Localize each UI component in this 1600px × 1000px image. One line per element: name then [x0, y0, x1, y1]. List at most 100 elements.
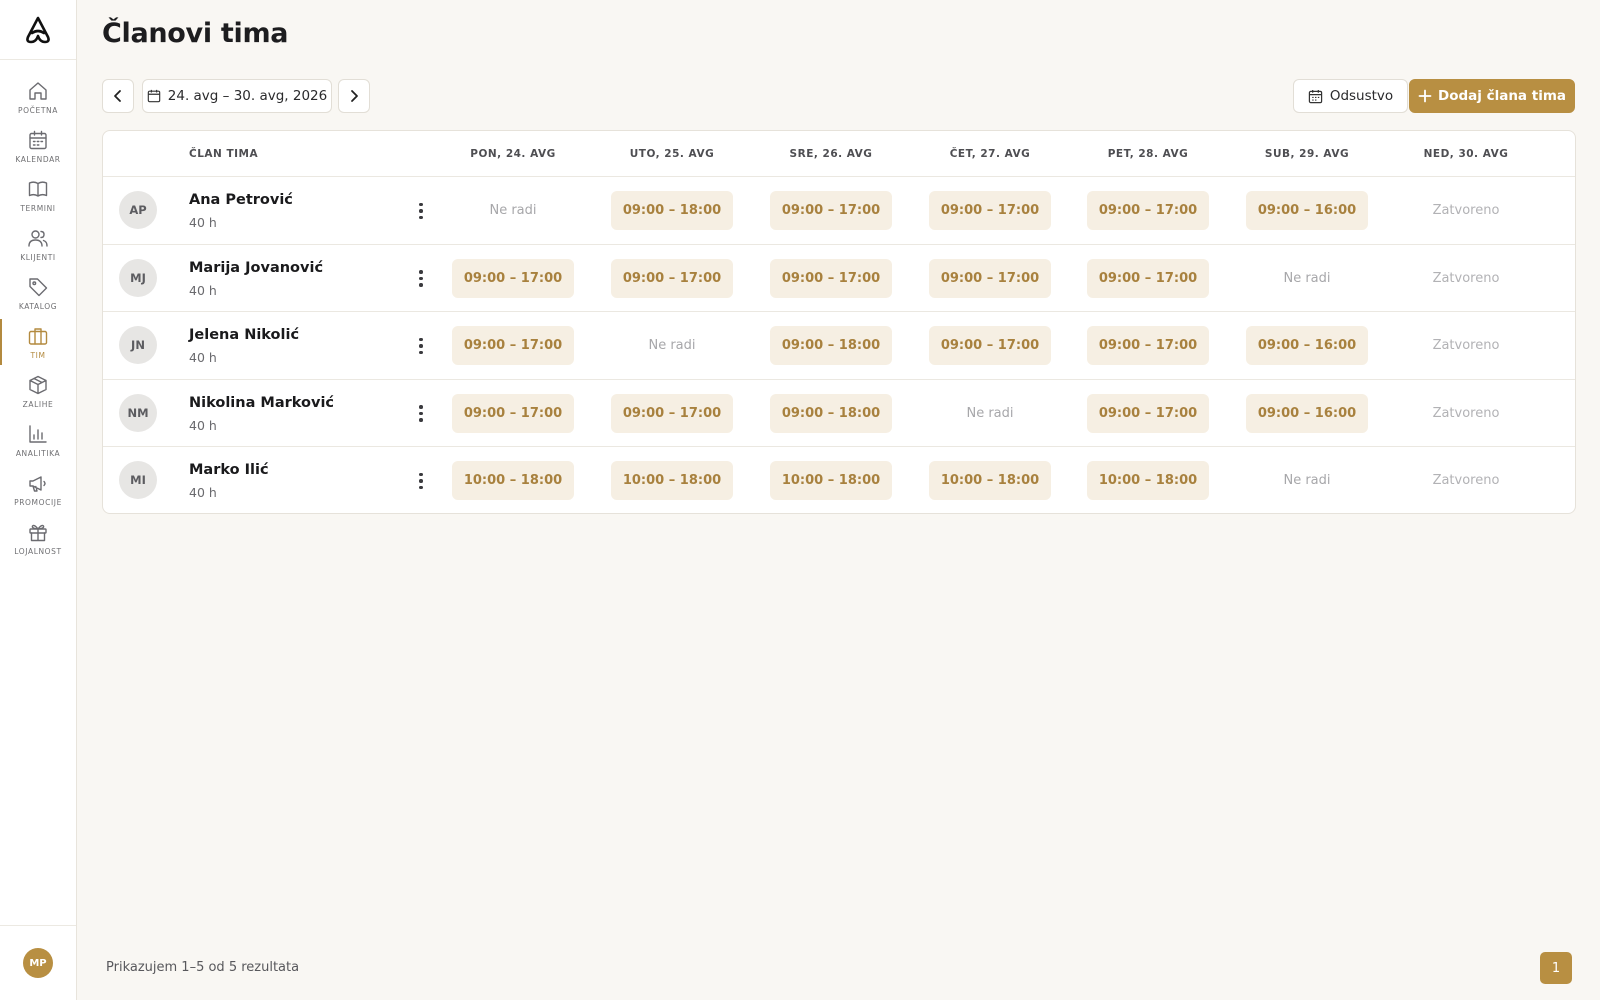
not-working-label[interactable]: Ne radi	[648, 338, 695, 353]
shift-chip[interactable]: 09:00 – 18:00	[769, 326, 893, 365]
shift-chip[interactable]: 10:00 – 18:00	[1086, 461, 1210, 500]
schedule-cell: 10:00 – 18:00	[750, 447, 912, 513]
shift-chip[interactable]: 09:00 – 17:00	[769, 191, 893, 230]
more-options-icon[interactable]	[411, 402, 431, 426]
more-options-icon[interactable]	[411, 199, 431, 223]
shift-chip[interactable]: 09:00 – 17:00	[1086, 258, 1210, 298]
member-name[interactable]: Marko Ilić	[189, 462, 269, 478]
table-header: ČLAN TIMA PON, 24. AVG UTO, 25. AVG SRE, 2…	[103, 131, 1575, 177]
schedule-cell: 09:00 – 17:00	[1067, 380, 1229, 447]
member-hours: 40 h	[189, 215, 217, 230]
schedule-cell: 10:00 – 18:00	[591, 447, 753, 513]
date-range-button[interactable]: 24. avg – 30. avg, 2026	[142, 79, 332, 113]
shift-chip[interactable]: 09:00 – 17:00	[928, 191, 1052, 230]
schedule-cell: 09:00 – 17:00	[1067, 245, 1229, 312]
absence-button[interactable]: Odsustvo	[1293, 79, 1408, 113]
member-name[interactable]: Nikolina Marković	[189, 395, 334, 411]
schedule-cell: 09:00 – 17:00	[432, 245, 594, 312]
sidebar-item-klijenti[interactable]: KLIJENTI	[0, 219, 76, 269]
closed-label: Zatvoreno	[1432, 338, 1500, 353]
schedule-cell: 09:00 – 16:00	[1226, 312, 1388, 379]
user-avatar[interactable]: MP	[23, 948, 53, 978]
shift-chip[interactable]: 10:00 – 18:00	[610, 461, 734, 500]
schedule-cell: Ne radi	[591, 312, 753, 379]
schedule-cell: 09:00 – 17:00	[1067, 312, 1229, 379]
sidebar-item-tim[interactable]: TIM	[0, 317, 76, 367]
brand-logo[interactable]	[0, 0, 76, 60]
schedule-cell: Ne radi	[432, 177, 594, 244]
member-hours: 40 h	[189, 485, 217, 500]
not-working-label[interactable]: Ne radi	[1283, 473, 1330, 488]
shift-chip[interactable]: 09:00 – 17:00	[1086, 191, 1210, 230]
calendar-icon	[147, 89, 161, 103]
shift-chip[interactable]: 10:00 – 18:00	[451, 461, 575, 500]
more-options-icon[interactable]	[411, 267, 431, 291]
sidebar-item-label: ANALITIKA	[15, 448, 61, 458]
not-working-label[interactable]: Ne radi	[489, 203, 536, 218]
shift-chip[interactable]: 09:00 – 18:00	[610, 191, 734, 230]
shift-chip[interactable]: 09:00 – 17:00	[928, 258, 1052, 298]
schedule-cell: 10:00 – 18:00	[1067, 447, 1229, 513]
schedule-cell: 09:00 – 17:00	[909, 312, 1071, 379]
shift-chip[interactable]: 09:00 – 17:00	[451, 326, 575, 365]
chevron-left-icon	[114, 90, 121, 102]
more-options-icon[interactable]	[411, 469, 431, 493]
shift-chip[interactable]: 09:00 – 17:00	[1086, 393, 1210, 433]
sidebar-item-label: KALENDAR	[15, 154, 61, 164]
shift-chip[interactable]: 10:00 – 18:00	[928, 461, 1052, 500]
shift-chip[interactable]: 09:00 – 17:00	[451, 393, 575, 433]
results-count: Prikazujem 1–5 od 5 rezultata	[106, 960, 300, 975]
date-range-label: 24. avg – 30. avg, 2026	[167, 88, 328, 104]
box-icon	[27, 374, 49, 396]
column-header-day: SRE, 26. AVG	[789, 148, 873, 160]
sidebar-item-zalihe[interactable]: ZALIHE	[0, 366, 76, 416]
not-working-label[interactable]: Ne radi	[966, 406, 1013, 421]
schedule-cell: 09:00 – 17:00	[591, 245, 753, 312]
sidebar-item-kalendar[interactable]: KALENDAR	[0, 121, 76, 171]
schedule-cell: 09:00 – 18:00	[750, 312, 912, 379]
more-options-icon[interactable]	[411, 334, 431, 358]
sidebar-item-label: PROMOCIJE	[14, 497, 62, 507]
sidebar-item-termini[interactable]: TERMINI	[0, 170, 76, 220]
shift-chip[interactable]: 09:00 – 17:00	[1086, 326, 1210, 365]
shift-chip[interactable]: 10:00 – 18:00	[769, 461, 893, 500]
pagination-page-button[interactable]: 1	[1540, 952, 1572, 984]
plus-icon	[1418, 89, 1432, 103]
member-name[interactable]: Jelena Nikolić	[189, 327, 299, 343]
previous-week-button[interactable]	[102, 79, 134, 113]
shift-chip[interactable]: 09:00 – 16:00	[1245, 393, 1369, 433]
column-header-day: PET, 28. AVG	[1107, 148, 1189, 160]
member-avatar: JN	[119, 326, 157, 364]
closed-label: Zatvoreno	[1432, 473, 1500, 488]
sidebar-item-početna[interactable]: POČETNA	[0, 72, 76, 122]
sidebar-item-lojalnost[interactable]: LOJALNOST	[0, 513, 76, 563]
sidebar-item-promocije[interactable]: PROMOCIJE	[0, 464, 76, 514]
shift-chip[interactable]: 09:00 – 16:00	[1245, 326, 1369, 365]
gift-icon	[27, 521, 49, 543]
member-name[interactable]: Marija Jovanović	[189, 260, 323, 276]
sidebar-item-label: TIM	[30, 350, 46, 360]
next-week-button[interactable]	[338, 79, 370, 113]
schedule-cell: 09:00 – 17:00	[1067, 177, 1229, 244]
shift-chip[interactable]: 09:00 – 17:00	[610, 258, 734, 298]
sidebar-item-analitika[interactable]: ANALITIKA	[0, 415, 76, 465]
sidebar-item-katalog[interactable]: KATALOG	[0, 268, 76, 318]
schedule-cell: Zatvoreno	[1385, 245, 1547, 312]
shift-chip[interactable]: 09:00 – 17:00	[928, 326, 1052, 365]
megaphone-icon	[27, 472, 49, 494]
shift-chip[interactable]: 09:00 – 17:00	[769, 258, 893, 298]
member-hours: 40 h	[189, 282, 217, 298]
member-hours: 40 h	[189, 417, 217, 433]
add-team-member-button[interactable]: Dodaj člana tima	[1409, 79, 1575, 113]
not-working-label[interactable]: Ne radi	[1283, 271, 1330, 286]
schedule-cell: 09:00 – 16:00	[1226, 177, 1388, 244]
shift-chip[interactable]: 09:00 – 17:00	[451, 258, 575, 298]
shift-chip[interactable]: 09:00 – 17:00	[610, 393, 734, 433]
shift-chip[interactable]: 09:00 – 18:00	[769, 393, 893, 433]
schedule-cell: Ne radi	[909, 380, 1071, 447]
member-name[interactable]: Ana Petrović	[189, 192, 293, 208]
schedule-cell: 09:00 – 17:00	[432, 312, 594, 379]
member-avatar: MI	[119, 461, 157, 499]
shift-chip[interactable]: 09:00 – 16:00	[1245, 191, 1369, 230]
toolbar: 24. avg – 30. avg, 2026 Odsustvo Dodaj č…	[102, 79, 1575, 113]
